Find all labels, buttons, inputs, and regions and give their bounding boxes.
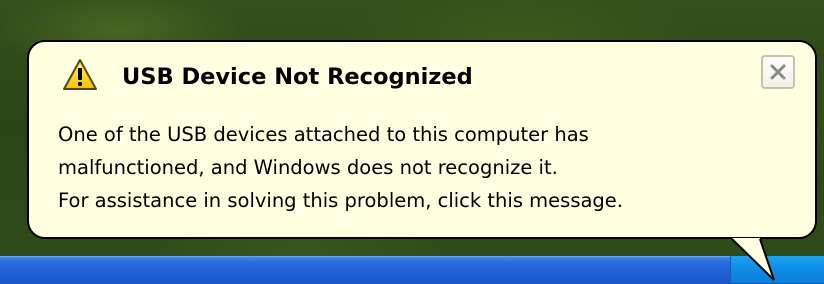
- taskbar[interactable]: [0, 256, 824, 284]
- warning-icon: [63, 59, 97, 90]
- close-button[interactable]: [761, 55, 795, 89]
- message-line: malfunctioned, and Windows does not reco…: [58, 156, 558, 179]
- message-line: For assistance in solving this problem, …: [58, 189, 624, 212]
- message-line: One of the USB devices attached to this …: [58, 123, 589, 146]
- notification-title: USB Device Not Recognized: [122, 64, 473, 90]
- balloon-tail: [731, 238, 775, 281]
- notification-message[interactable]: One of the USB devices attached to this …: [58, 118, 798, 217]
- close-icon: [770, 64, 786, 80]
